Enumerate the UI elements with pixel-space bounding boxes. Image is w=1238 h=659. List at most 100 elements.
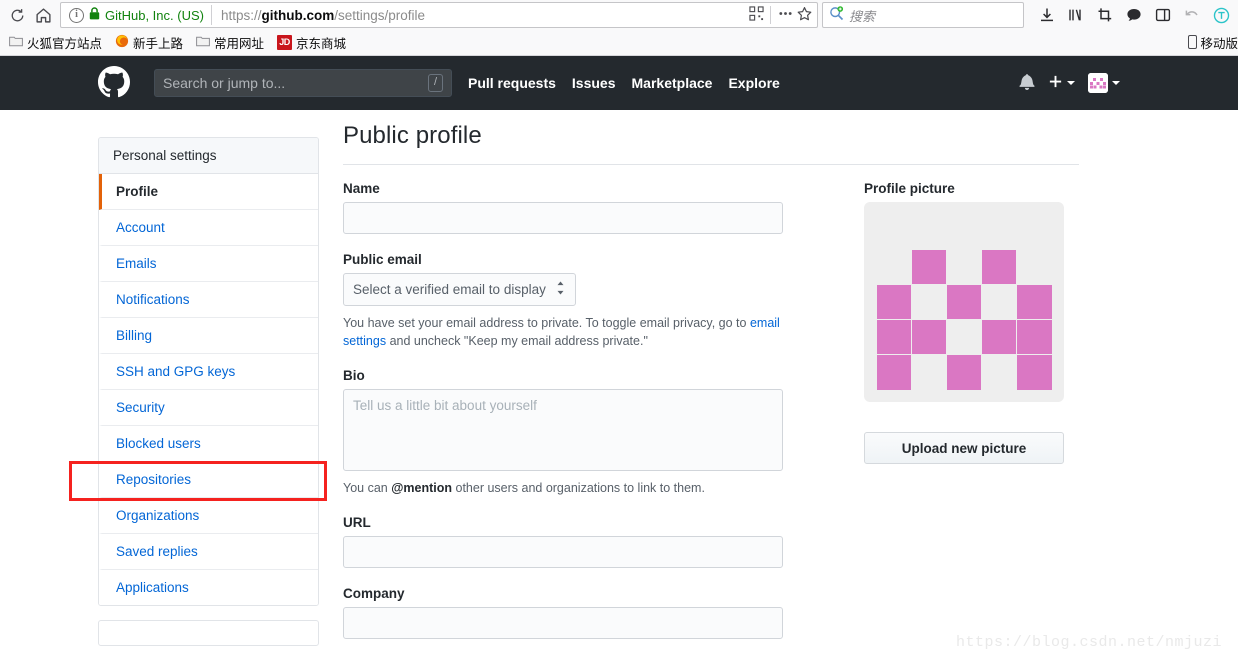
identicon-cell [877,215,911,249]
sidebar-item-profile[interactable]: Profile [99,174,318,210]
github-search-input[interactable]: Search or jump to... / [154,69,452,97]
undo-icon[interactable] [1179,2,1205,28]
url-input[interactable] [343,536,783,569]
sidebar-item-notifications[interactable]: Notifications [99,282,318,318]
company-input[interactable] [343,607,783,640]
company-label: Company [343,586,405,602]
nav-pull-requests[interactable]: Pull requests [468,75,556,91]
upload-new-picture-button[interactable]: Upload new picture [864,432,1064,464]
search-icon [829,6,844,24]
library-icon[interactable] [1063,2,1089,28]
identicon-cell [982,320,1017,355]
main-content: Public profile Name Public email Select … [343,122,1079,640]
identicon-cell [876,284,911,320]
sidebar-group-personal: Personal settings Profile Account Emails… [98,137,319,606]
profile-picture-column: Profile picture Upload new picture [864,181,1064,639]
bookmark-item[interactable]: JD 京东商城 [275,31,352,54]
mobile-bookmark[interactable]: 移动版 [1188,33,1238,52]
bookmark-label: 火狐官方站点 [27,36,103,51]
new-menu[interactable] [1048,74,1075,92]
note-text-1: You can [343,481,392,496]
url-host: github.com [261,7,335,23]
github-header: Search or jump to... / Pull requests Iss… [0,56,1238,110]
url-text[interactable]: https://github.com/settings/profile [212,8,749,23]
user-menu[interactable] [1088,73,1120,93]
firefox-icon [115,34,129,51]
sidebar-item-blocked-users[interactable]: Blocked users [99,426,318,462]
sidebar-item-security[interactable]: Security [99,390,318,426]
url-bar-actions [749,6,813,25]
sidebar-icon[interactable] [1150,2,1176,28]
sidebar-item-repositories[interactable]: Repositories [99,462,318,498]
folder-icon [196,35,210,50]
lock-icon [89,7,100,23]
sidebar-item-saved-replies[interactable]: Saved replies [99,534,318,570]
url-label: URL [343,515,371,531]
phone-icon [1188,35,1198,49]
bookmark-item[interactable]: 新手上路 [113,31,189,54]
nav-marketplace[interactable]: Marketplace [632,75,713,91]
chevron-down-icon [1067,81,1075,85]
nav-explore[interactable]: Explore [728,75,779,91]
sidebar-item-billing[interactable]: Billing [99,318,318,354]
identicon-avatar [876,215,1052,390]
sidebar-item-emails[interactable]: Emails [99,246,318,282]
identicon-cell [982,355,1016,389]
plus-icon [1048,74,1063,92]
more-icon[interactable] [777,6,794,24]
sidebar-item-account[interactable]: Account [99,210,318,246]
star-icon[interactable] [796,6,813,25]
sidebar-item-applications[interactable]: Applications [99,570,318,605]
download-icon[interactable] [1034,2,1060,28]
reload-icon[interactable] [4,2,30,28]
nav-issues[interactable]: Issues [572,75,616,91]
browser-search-bar[interactable]: 搜索 [822,2,1024,28]
note-text-1: You have set your email address to priva… [343,316,750,330]
identicon-cell [982,215,1016,249]
bookmark-label: 新手上路 [133,36,184,51]
bookmark-item[interactable]: 常用网址 [194,31,270,54]
chat-icon[interactable] [1121,2,1147,28]
bookmark-item[interactable]: 火狐官方站点 [7,31,108,54]
bookmarks-bar: 火狐官方站点 新手上路 常用网址 JD 京东商城 移动版 [0,30,1238,54]
url-bar[interactable]: i GitHub, Inc. (US) https://github.com/s… [60,2,818,28]
identicon-cell [877,250,911,284]
identicon-cell [911,320,946,355]
account-icon[interactable] [1208,2,1234,28]
public-email-select[interactable]: Select a verified email to display [343,273,576,306]
home-icon[interactable] [30,2,56,28]
bio-textarea[interactable] [343,389,783,472]
site-identity[interactable]: i GitHub, Inc. (US) [65,5,212,25]
github-logo-icon[interactable] [98,65,130,101]
qr-icon[interactable] [749,6,764,24]
sidebar-item-organizations[interactable]: Organizations [99,498,318,534]
screenshot-icon[interactable] [1092,2,1118,28]
profile-picture-frame[interactable] [864,202,1064,402]
bookmark-label: 京东商城 [296,36,347,51]
search-shortcut-badge: / [427,74,443,92]
github-nav: Pull requests Issues Marketplace Explore [468,75,780,91]
url-scheme: https:// [220,7,262,23]
bell-icon[interactable] [1019,73,1035,93]
identicon-cell [946,284,982,320]
bio-note: You can @mention other users and organiz… [343,479,813,497]
chevron-down-icon [1112,81,1120,85]
avatar [1088,73,1108,93]
sidebar-heading: Personal settings [99,138,318,174]
github-search-placeholder: Search or jump to... [163,75,286,91]
sidebar-item-ssh-and-gpg-keys[interactable]: SSH and GPG keys [99,354,318,390]
identicon-cell [982,249,1017,284]
public-email-note: You have set your email address to priva… [343,314,813,350]
sidebar-group-secondary [98,620,319,646]
identicon-cell [1017,320,1052,355]
public-email-label: Public email [343,252,422,267]
profile-picture-label: Profile picture [864,181,955,196]
identicon-cell [912,215,946,249]
browser-chrome: i GitHub, Inc. (US) https://github.com/s… [0,0,1238,56]
name-input[interactable] [343,202,783,234]
url-divider [770,6,771,24]
info-icon[interactable]: i [69,7,84,23]
